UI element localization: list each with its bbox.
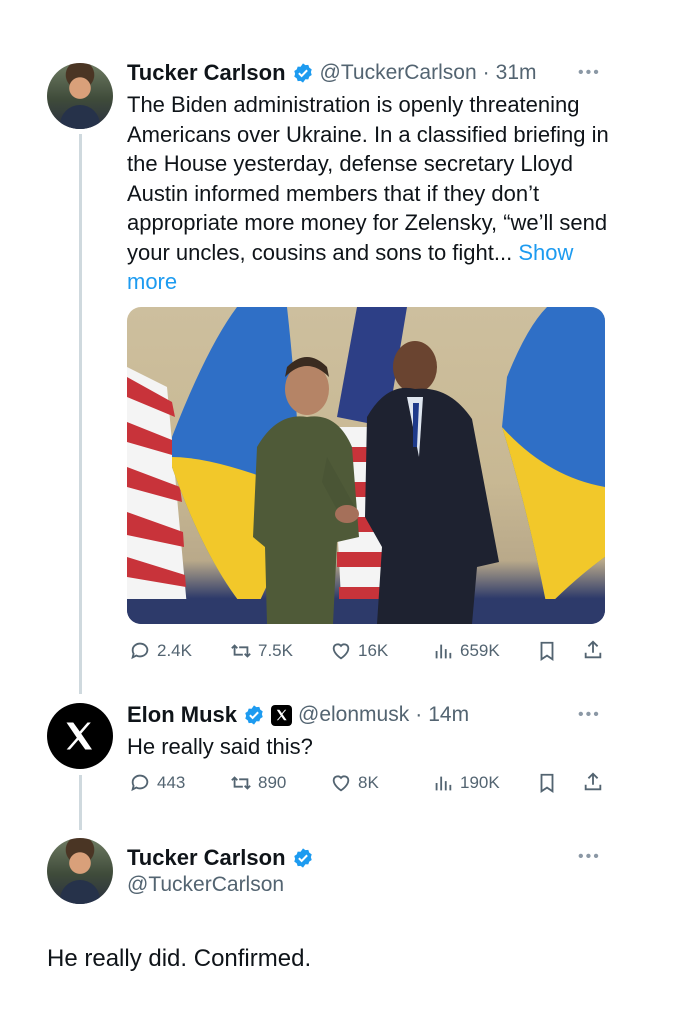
- bookmark-icon: [540, 641, 554, 661]
- avatar[interactable]: [47, 703, 113, 769]
- photo-illustration: [127, 307, 605, 624]
- repost-button[interactable]: 7.5K: [230, 640, 293, 662]
- timestamp[interactable]: 31m: [496, 61, 537, 85]
- tweet-image[interactable]: [127, 307, 605, 624]
- reply-count: 443: [157, 773, 186, 792]
- repost-count: 890: [258, 773, 287, 792]
- like-button[interactable]: 16K: [330, 640, 388, 662]
- author-handle[interactable]: @elonmusk: [298, 703, 409, 727]
- reply-count: 2.4K: [157, 641, 192, 660]
- views-button[interactable]: 190K: [432, 772, 500, 794]
- bookmark-icon: [540, 773, 554, 793]
- repost-icon: [231, 776, 251, 790]
- views-icon: [435, 776, 452, 791]
- affiliate-x-icon: [271, 704, 293, 726]
- author-handle[interactable]: @TuckerCarlson: [127, 873, 284, 897]
- like-button[interactable]: 8K: [330, 772, 379, 794]
- tweet-header: Tucker Carlson: [127, 845, 314, 871]
- author-name[interactable]: Tucker Carlson: [127, 60, 286, 86]
- tweet-body: He really said this?: [127, 734, 313, 759]
- view-count: 190K: [460, 773, 500, 792]
- author-handle[interactable]: @TuckerCarlson: [320, 61, 477, 85]
- thread-line: [79, 775, 82, 830]
- view-count: 659K: [460, 641, 500, 660]
- reply-icon: [131, 642, 149, 660]
- tweet-body: He really did. Confirmed.: [47, 945, 312, 972]
- repost-button[interactable]: 890: [230, 772, 286, 794]
- like-count: 16K: [358, 641, 389, 660]
- author-name[interactable]: Tucker Carlson: [127, 845, 286, 871]
- repost-count: 7.5K: [258, 641, 293, 660]
- thread-line: [79, 134, 82, 694]
- share-icon: [584, 772, 602, 791]
- author-name[interactable]: Elon Musk: [127, 702, 237, 728]
- x-logo-icon: [66, 722, 92, 750]
- more-options-icon[interactable]: •••: [578, 64, 601, 82]
- tweet-header: Tucker Carlson @TuckerCarlson · 31m: [127, 60, 537, 86]
- share-button[interactable]: [582, 771, 604, 798]
- avatar[interactable]: [47, 838, 113, 904]
- share-icon: [584, 640, 602, 659]
- heart-icon: [332, 775, 350, 792]
- repost-icon: [231, 644, 251, 658]
- more-options-icon[interactable]: •••: [578, 706, 601, 724]
- bookmark-button[interactable]: [536, 772, 558, 799]
- verified-badge-icon: [293, 848, 312, 868]
- reply-button[interactable]: 443: [129, 772, 185, 794]
- tweet-header: Elon Musk @elonmusk · 14m: [127, 702, 469, 728]
- reply-button[interactable]: 2.4K: [129, 640, 192, 662]
- heart-icon: [332, 643, 350, 660]
- separator: ·: [415, 703, 423, 726]
- share-button[interactable]: [582, 639, 604, 666]
- bookmark-button[interactable]: [536, 640, 558, 667]
- timestamp[interactable]: 14m: [428, 703, 469, 727]
- reply-icon: [131, 774, 149, 792]
- tweet-text: The Biden administration is openly threa…: [127, 90, 617, 297]
- views-icon: [435, 644, 452, 659]
- views-button[interactable]: 659K: [432, 640, 500, 662]
- separator: ·: [482, 61, 490, 84]
- verified-badge-icon: [293, 63, 312, 83]
- avatar[interactable]: [47, 63, 113, 129]
- like-count: 8K: [358, 773, 379, 792]
- verified-badge-icon: [245, 705, 263, 725]
- more-options-icon[interactable]: •••: [578, 848, 601, 866]
